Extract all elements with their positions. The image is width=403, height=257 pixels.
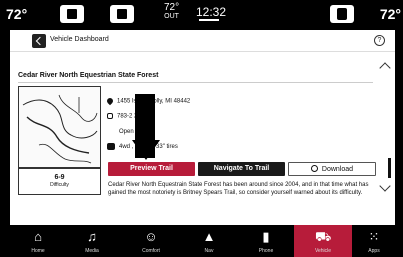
nav-vehicle[interactable]: ⛟ Vehicle (294, 225, 352, 257)
bottom-nav: ⌂ Home ♫ Media ☺ Comfort ▲ Nav ▮ Phone ⛟… (0, 225, 403, 257)
nav-comfort[interactable]: ☺ Comfort (122, 225, 180, 257)
comfort-icon: ☺ (144, 229, 158, 244)
nav-media[interactable]: ♫ Media (63, 225, 121, 257)
nav-nav[interactable]: ▲ Nav (180, 225, 238, 257)
nav-arrow-icon: ▲ (202, 229, 216, 244)
nav-home[interactable]: ⌂ Home (9, 225, 67, 257)
vehicle-icon: ⛟ (315, 229, 332, 244)
home-icon: ⌂ (34, 229, 42, 244)
phone-icon: ▮ (262, 229, 270, 244)
annotation-arrow (132, 102, 160, 160)
nav-apps[interactable]: ⁙ Apps (345, 225, 403, 257)
nav-phone[interactable]: ▮ Phone (237, 225, 295, 257)
music-icon: ♫ (87, 229, 97, 244)
apps-grid-icon: ⁙ (368, 229, 380, 244)
